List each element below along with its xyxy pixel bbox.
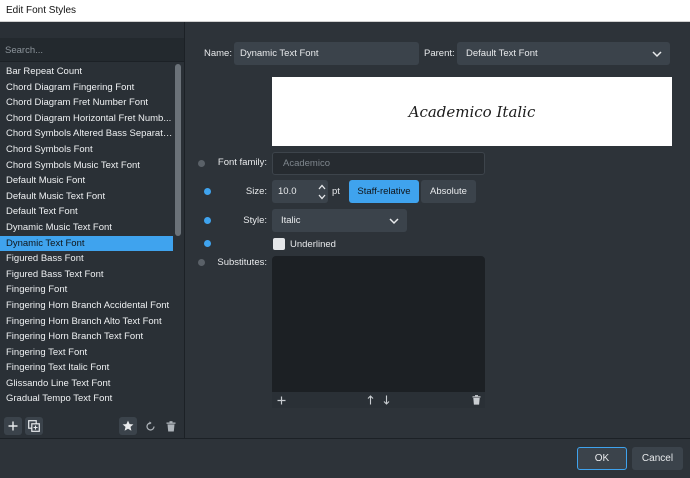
- add-style-button[interactable]: [4, 417, 22, 435]
- font-style-list-item[interactable]: Default Music Text Font: [0, 189, 173, 205]
- list-toolbar: [0, 414, 184, 438]
- parent-dropdown-value: Default Text Font: [466, 48, 538, 59]
- font-style-list-item[interactable]: Figured Bass Font: [0, 251, 173, 267]
- font-style-list-panel: Bar Repeat CountChord Diagram Fingering …: [0, 22, 184, 438]
- font-family-value: Academico: [283, 158, 330, 169]
- star-icon: [122, 420, 134, 431]
- staff-relative-button[interactable]: Staff-relative: [349, 180, 419, 203]
- font-style-list-item[interactable]: Chord Symbols Music Text Font: [0, 158, 173, 174]
- move-substitute-up-button[interactable]: [364, 394, 376, 406]
- staff-relative-label: Staff-relative: [357, 186, 411, 197]
- arrow-up-icon: [367, 395, 373, 405]
- font-style-list-item[interactable]: Chord Symbols Font: [0, 142, 173, 158]
- trash-icon: [472, 395, 480, 405]
- cancel-button-label: Cancel: [641, 453, 674, 464]
- style-dropdown-value: Italic: [281, 215, 301, 226]
- name-field[interactable]: Dynamic Text Font: [234, 42, 419, 65]
- favorite-style-button[interactable]: [119, 417, 137, 435]
- plus-icon: [8, 421, 18, 431]
- reset-style-button[interactable]: [141, 417, 159, 435]
- style-label: Style:: [243, 215, 267, 226]
- chevron-down-icon: [652, 50, 662, 57]
- substitutes-toolbar: [272, 392, 485, 408]
- delete-style-button[interactable]: [162, 417, 180, 435]
- reset-icon: [145, 420, 155, 431]
- font-style-list-item[interactable]: Dynamic Music Text Font: [0, 220, 173, 236]
- parent-label: Parent:: [424, 48, 455, 59]
- size-decrement-button[interactable]: [317, 192, 327, 202]
- trash-icon: [166, 420, 176, 431]
- font-style-list-item[interactable]: Default Text Font: [0, 204, 173, 220]
- underlined-checkbox[interactable]: [273, 238, 285, 250]
- font-style-list-item[interactable]: Chord Diagram Fingering Font: [0, 80, 173, 96]
- font-style-list-item[interactable]: Bar Repeat Count: [0, 64, 173, 80]
- substitutes-override-indicator[interactable]: [198, 259, 205, 266]
- list-scrollbar[interactable]: [174, 64, 182, 414]
- delete-substitute-button[interactable]: [470, 394, 482, 406]
- search-box: [0, 38, 184, 62]
- arrow-down-icon: [383, 395, 389, 405]
- font-style-list-item[interactable]: Fingering Horn Branch Text Font: [0, 329, 173, 345]
- scrollbar-thumb[interactable]: [175, 64, 181, 236]
- size-unit: pt: [332, 186, 340, 197]
- font-style-list-item[interactable]: Chord Diagram Fret Number Font: [0, 95, 173, 111]
- name-label: Name:: [204, 48, 232, 59]
- add-substitute-button[interactable]: [275, 394, 287, 406]
- plus-icon: [277, 396, 285, 404]
- substitutes-label: Substitutes:: [217, 257, 267, 268]
- dialog-footer: OK Cancel: [0, 438, 690, 478]
- font-style-list-item[interactable]: Gradual Tempo Text Font: [0, 391, 173, 407]
- panel-divider: [184, 22, 185, 438]
- font-style-list-item[interactable]: Fingering Text Font: [0, 345, 173, 361]
- font-style-list-item[interactable]: Figured Bass Text Font: [0, 267, 173, 283]
- size-increment-button[interactable]: [317, 182, 327, 192]
- duplicate-style-button[interactable]: [25, 417, 43, 435]
- font-style-list-item[interactable]: Fingering Horn Branch Accidental Font: [0, 298, 173, 314]
- ok-button[interactable]: OK: [577, 447, 627, 470]
- substitutes-list[interactable]: [272, 256, 485, 392]
- title-bar: Edit Font Styles: [0, 0, 690, 22]
- absolute-button[interactable]: Absolute: [421, 180, 476, 203]
- underline-override-indicator[interactable]: [204, 240, 211, 247]
- font-style-list-item[interactable]: Default Music Font: [0, 173, 173, 189]
- font-family-override-indicator[interactable]: [198, 160, 205, 167]
- chevron-down-icon: [389, 217, 399, 224]
- font-style-list-item[interactable]: Fingering Text Italic Font: [0, 360, 173, 376]
- chevron-down-icon: [318, 194, 326, 200]
- font-style-list-item[interactable]: Chord Diagram Horizontal Fret Numb...: [0, 111, 173, 127]
- parent-dropdown[interactable]: Default Text Font: [457, 42, 670, 65]
- name-field-value: Dynamic Text Font: [240, 48, 319, 59]
- font-style-list-item[interactable]: Chord Symbols Altered Bass Separator...: [0, 126, 173, 142]
- window-title: Edit Font Styles: [6, 5, 77, 16]
- size-value: 10.0: [278, 186, 297, 197]
- font-style-list: Bar Repeat Count Chord Diagram Fingering …: [0, 64, 173, 414]
- ok-button-label: OK: [594, 453, 610, 464]
- font-style-list-item[interactable]: Glissando Line Text Font: [0, 376, 173, 392]
- chevron-up-icon: [318, 184, 326, 190]
- duplicate-icon: [28, 420, 40, 432]
- font-style-list-item[interactable]: Fingering Horn Branch Alto Text Font: [0, 314, 173, 330]
- search-input[interactable]: [0, 38, 184, 62]
- font-family-label: Font family:: [217, 157, 267, 168]
- font-family-field[interactable]: Academico: [272, 152, 485, 175]
- size-label: Size:: [245, 186, 267, 197]
- absolute-label: Absolute: [430, 186, 467, 197]
- style-dropdown[interactable]: Italic: [272, 209, 407, 232]
- preview-text: Academico Italic: [408, 102, 536, 121]
- underlined-label: Underlined: [290, 239, 336, 250]
- move-substitute-down-button[interactable]: [380, 394, 392, 406]
- font-style-list-item[interactable]: Fingering Font: [0, 282, 173, 298]
- font-style-list-item[interactable]: Dynamic Text Font: [0, 235, 173, 252]
- cancel-button[interactable]: Cancel: [632, 447, 683, 470]
- font-preview: Academico Italic: [272, 77, 672, 146]
